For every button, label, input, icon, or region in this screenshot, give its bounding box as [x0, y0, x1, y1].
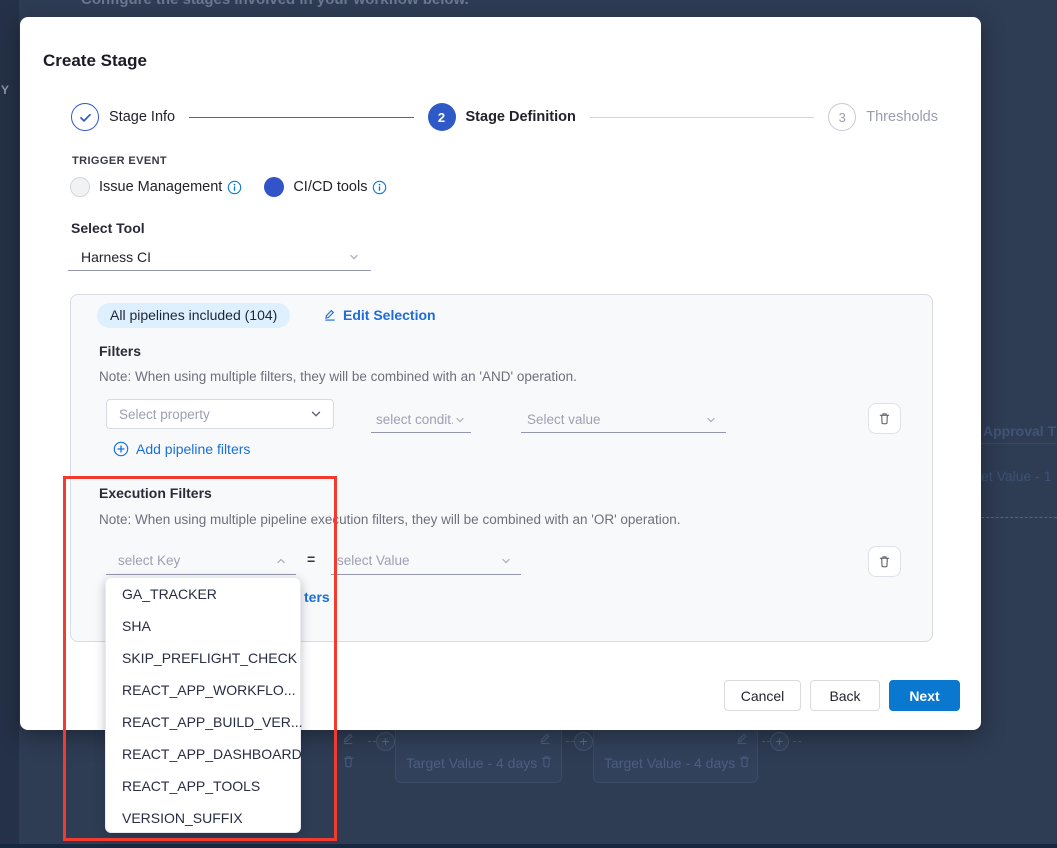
- filter-condition-select[interactable]: select condit...: [371, 407, 471, 433]
- back-button[interactable]: Back: [810, 680, 880, 711]
- chevron-down-icon: [704, 413, 718, 427]
- property-placeholder: Select property: [119, 407, 210, 422]
- step-circle: 2: [428, 103, 456, 131]
- dropdown-option[interactable]: REACT_APP_WORKFLO...: [106, 674, 300, 706]
- connector-dash: [566, 741, 574, 742]
- radio-cicd-tools[interactable]: [264, 177, 284, 197]
- step-thresholds[interactable]: 3 Thresholds: [828, 103, 938, 131]
- stage-card-label: Target Value - 4 days: [604, 755, 735, 771]
- workflow-stage-card[interactable]: Target Value - 4 days: [593, 726, 758, 783]
- key-dropdown-menu: GA_TRACKER SHA SKIP_PREFLIGHT_CHECK REAC…: [105, 577, 301, 833]
- equals-sign: =: [307, 551, 315, 567]
- tool-select[interactable]: Harness CI: [68, 243, 371, 271]
- delete-filter-button[interactable]: [868, 403, 901, 434]
- radio-issue-management[interactable]: [70, 177, 90, 197]
- connector-dash: [762, 741, 770, 742]
- pipelines-badge: All pipelines included (104): [97, 303, 290, 328]
- dropdown-option[interactable]: REACT_APP_BUILD_VER...: [106, 706, 300, 738]
- condition-placeholder: select condit...: [376, 412, 453, 427]
- step-label: Thresholds: [866, 109, 938, 125]
- trash-icon[interactable]: [341, 754, 356, 769]
- chevron-down-icon: [347, 250, 361, 264]
- execution-value-select[interactable]: select Value: [331, 547, 521, 575]
- modal-footer: Cancel Back Next: [724, 680, 960, 711]
- step-label: Stage Definition: [466, 109, 576, 125]
- step-connector: [590, 117, 814, 118]
- edit-selection-link[interactable]: Edit Selection: [323, 307, 436, 323]
- sidebar-label-fragment: Y: [1, 83, 9, 97]
- connector-dash: [368, 741, 376, 742]
- trigger-event-label: TRIGGER EVENT: [72, 155, 167, 167]
- select-tool-label: Select Tool: [71, 220, 145, 236]
- edit-icon[interactable]: [341, 731, 356, 746]
- radio-label: CI/CD tools: [293, 179, 367, 195]
- edit-selection-label: Edit Selection: [343, 307, 436, 323]
- step-connector: [189, 117, 413, 118]
- edit-icon[interactable]: [538, 731, 553, 746]
- info-icon[interactable]: [227, 180, 242, 195]
- key-placeholder: select Key: [118, 553, 180, 568]
- trash-icon: [877, 411, 892, 426]
- trash-icon[interactable]: [539, 754, 554, 769]
- trash-icon: [877, 554, 892, 569]
- step-stage-info[interactable]: Stage Info: [71, 103, 175, 131]
- execution-key-select[interactable]: select Key: [106, 547, 296, 575]
- workflow-stage-card[interactable]: Target Value - 4 days: [395, 726, 562, 783]
- dropdown-option[interactable]: REACT_APP_DASHBOARD: [106, 738, 300, 770]
- check-icon: [78, 110, 93, 125]
- step-circle: [71, 103, 99, 131]
- info-icon[interactable]: [372, 180, 387, 195]
- add-execution-filters-link-fragment[interactable]: ters: [304, 589, 330, 605]
- radio-label: Issue Management: [99, 179, 222, 195]
- chevron-down-icon: [499, 554, 513, 568]
- stage-card-label: Target Value - 4 days: [406, 755, 537, 771]
- dropdown-option[interactable]: REACT_APP_TOOLS: [106, 770, 300, 802]
- stepper: Stage Info 2 Stage Definition 3 Threshol…: [71, 103, 938, 131]
- add-pipeline-filters-link[interactable]: Add pipeline filters: [113, 441, 250, 457]
- step-circle: 3: [828, 103, 856, 131]
- trigger-event-options: Issue Management CI/CD tools: [70, 177, 387, 197]
- filters-title: Filters: [99, 343, 141, 359]
- connector-dash: [793, 741, 801, 742]
- edit-icon[interactable]: [735, 731, 750, 746]
- value-placeholder: Select value: [527, 412, 601, 427]
- filter-value-select[interactable]: Select value: [521, 407, 726, 433]
- filters-note: Note: When using multiple filters, they …: [99, 369, 577, 384]
- chevron-up-icon: [274, 554, 288, 568]
- modal-title: Create Stage: [43, 51, 147, 71]
- background-footer-strip: [0, 844, 1057, 848]
- tool-select-value: Harness CI: [81, 249, 151, 265]
- next-button[interactable]: Next: [889, 680, 960, 711]
- add-stage-button[interactable]: +: [770, 732, 789, 751]
- execution-filters-note: Note: When using multiple pipeline execu…: [99, 512, 680, 527]
- sidebar-backdrop: [0, 0, 19, 848]
- step-label: Stage Info: [109, 109, 175, 125]
- background-dashed-divider: [981, 517, 1057, 518]
- background-divider: [981, 443, 1057, 444]
- execution-filters-title: Execution Filters: [99, 485, 212, 501]
- dropdown-option[interactable]: SKIP_PREFLIGHT_CHECK: [106, 642, 300, 674]
- dropdown-option[interactable]: GA_TRACKER: [106, 578, 300, 610]
- step-stage-definition[interactable]: 2 Stage Definition: [428, 103, 576, 131]
- add-stage-button[interactable]: +: [376, 732, 395, 751]
- filter-property-select[interactable]: Select property: [106, 399, 334, 429]
- chevron-down-icon: [453, 413, 467, 427]
- cancel-button[interactable]: Cancel: [724, 680, 801, 711]
- delete-execution-filter-button[interactable]: [868, 546, 901, 577]
- background-column-header: Approval Ti: [983, 423, 1057, 439]
- trash-icon[interactable]: [737, 754, 752, 769]
- add-stage-button[interactable]: +: [574, 732, 593, 751]
- dropdown-option[interactable]: SHA: [106, 610, 300, 642]
- screen: Configure the stages involved in your wo…: [0, 0, 1057, 848]
- background-cell-fragment: et Value - 1: [981, 468, 1052, 484]
- edit-icon: [323, 308, 337, 322]
- page-subtitle: Configure the stages involved in your wo…: [81, 0, 469, 8]
- chevron-down-icon: [309, 407, 323, 421]
- plus-circle-icon: [113, 441, 129, 457]
- add-pipeline-filters-label: Add pipeline filters: [136, 441, 250, 457]
- value-placeholder: select Value: [337, 553, 410, 568]
- dropdown-option[interactable]: VERSION_SUFFIX: [106, 802, 300, 834]
